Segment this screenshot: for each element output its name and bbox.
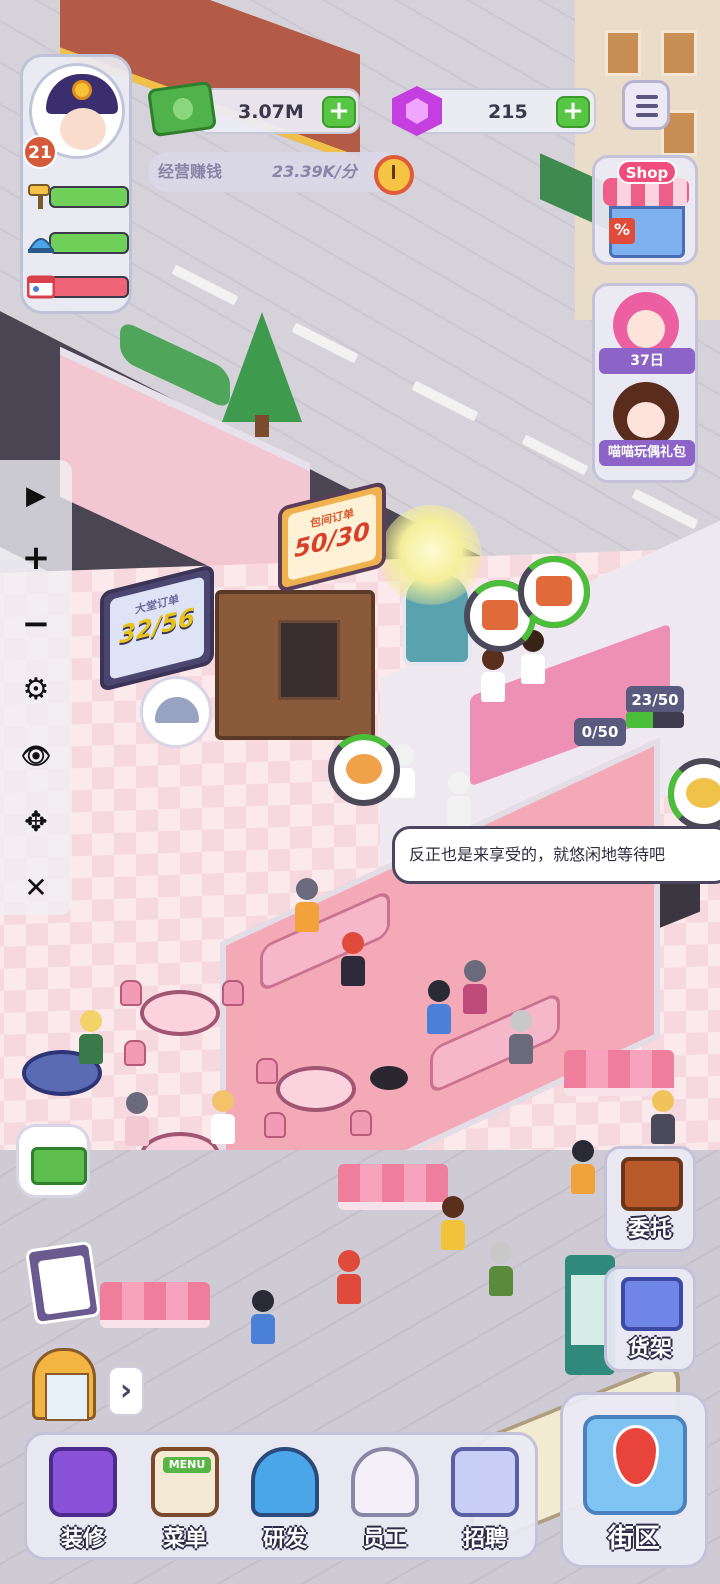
district-label: 街区 [607, 1524, 660, 1554]
customer-speech-bubble: 反正也是来享受的，就悠闲地等待吧 [392, 826, 720, 884]
collect-cash-bubble[interactable] [16, 1124, 90, 1198]
main-menu-button[interactable] [622, 80, 670, 130]
magnifier-clipboard-icon [451, 1447, 519, 1517]
briefcase-icon [621, 1157, 683, 1211]
hud-overlay: 21 3.07M + 215 + 经营赚钱 23.39K/分 Shop % 37… [0, 0, 720, 1584]
nav-research[interactable]: 研发 [237, 1441, 333, 1557]
cash-stack-icon [146, 80, 218, 138]
player-level-badge: 21 [23, 135, 57, 169]
gift-pack-label: 喵喵玩偶礼包 [599, 440, 695, 466]
salad-basket-icon [536, 576, 572, 606]
play-icon[interactable]: ▶ [16, 476, 56, 516]
nav-menu-label: 菜单 [162, 1527, 207, 1552]
menu-tag: MENU [163, 1457, 211, 1473]
paint-roller-icon [27, 181, 55, 211]
salad-basket-icon [482, 600, 518, 630]
close-icon[interactable]: ✕ [16, 868, 56, 908]
gem-value: 215 [488, 101, 528, 123]
nav-decorate[interactable]: 装修 [35, 1441, 131, 1557]
add-gems-button[interactable]: + [556, 96, 590, 128]
map-pin-icon [613, 1425, 659, 1487]
nav-staff[interactable]: 员工 [337, 1441, 433, 1557]
settings-gear-icon[interactable]: ⚙ [16, 670, 56, 710]
cat-girl-pack-icon[interactable] [613, 382, 679, 448]
menu-book-icon: MENU [151, 1447, 219, 1517]
hall-order-sign[interactable]: 大堂订单 32/56 [100, 563, 214, 693]
serving-cloche-icon[interactable] [140, 676, 212, 748]
counter-stock-left: 0/50 [574, 718, 626, 746]
nav-recruit[interactable]: 招聘 [437, 1441, 533, 1557]
paint-bucket-icon [49, 1447, 117, 1517]
shelf-label: 货架 [627, 1337, 672, 1362]
commission-button[interactable]: 委托 [604, 1146, 696, 1252]
service-bell-icon [27, 227, 55, 257]
eye-icon[interactable]: 👁 [16, 736, 56, 776]
decoration-stat[interactable] [27, 183, 131, 211]
nav-research-label: 研发 [262, 1527, 307, 1552]
expand-chevron-icon[interactable]: › [108, 1366, 144, 1416]
private-room-order-sign[interactable]: 包间订单 50/30 [278, 480, 386, 594]
counter-stock-progress [626, 712, 684, 728]
staff-stat[interactable] [26, 271, 131, 301]
district-map-icon [583, 1415, 687, 1515]
nav-menu[interactable]: MENU 菜单 [137, 1441, 233, 1557]
nav-decorate-label: 装修 [60, 1527, 105, 1552]
dish-order-bubble[interactable] [328, 734, 400, 806]
event-panel[interactable]: 37日 喵喵玩偶礼包 [592, 283, 698, 483]
elevator-floor-icon[interactable] [32, 1348, 96, 1421]
service-stat[interactable] [27, 229, 131, 257]
id-card-icon [26, 271, 56, 301]
add-cash-button[interactable]: + [322, 96, 356, 128]
income-rate-value: 23.39K/分 [272, 162, 357, 181]
income-label: 经营赚钱 [158, 162, 223, 181]
cash-value: 3.07M [238, 101, 304, 123]
stir-fry-dish-icon [346, 754, 382, 784]
chef-hat-icon [351, 1447, 419, 1517]
curry-dish-icon [686, 778, 720, 808]
commission-label: 委托 [627, 1217, 672, 1242]
salad-order-bubble[interactable] [518, 556, 590, 628]
nav-staff-label: 员工 [362, 1527, 407, 1552]
event-days-label: 37日 [599, 348, 695, 374]
discount-tag: % [609, 218, 635, 244]
bottom-nav: 装修 MENU 菜单 研发 员工 招聘 [24, 1432, 538, 1560]
speech-text: 反正也是来享受的，就悠闲地等待吧 [409, 845, 666, 864]
move-arrows-icon[interactable]: ✥ [16, 802, 56, 842]
shelf-icon [621, 1277, 683, 1331]
stopwatch-icon[interactable] [374, 155, 414, 195]
shop-button[interactable]: Shop % [592, 155, 698, 265]
clipboard-tasks-icon[interactable] [25, 1240, 101, 1326]
district-button[interactable]: 街区 [560, 1392, 708, 1568]
shop-sign: Shop [617, 160, 677, 184]
dish-order-bubble[interactable] [668, 758, 720, 830]
shelf-button[interactable]: 货架 [604, 1266, 696, 1372]
zoom-in-icon[interactable]: + [16, 538, 56, 578]
nav-recruit-label: 招聘 [462, 1527, 507, 1552]
player-panel[interactable]: 21 [20, 54, 132, 314]
side-toolbar: ▶ + − ⚙ 👁 ✥ ✕ [0, 460, 72, 915]
income-rate-bar: 经营赚钱 23.39K/分 [148, 152, 404, 192]
cash-display: 3.07M + [196, 88, 360, 134]
zoom-out-icon[interactable]: − [16, 604, 56, 644]
counter-stock-right: 23/50 [626, 686, 684, 714]
cooking-pot-icon [251, 1447, 319, 1517]
